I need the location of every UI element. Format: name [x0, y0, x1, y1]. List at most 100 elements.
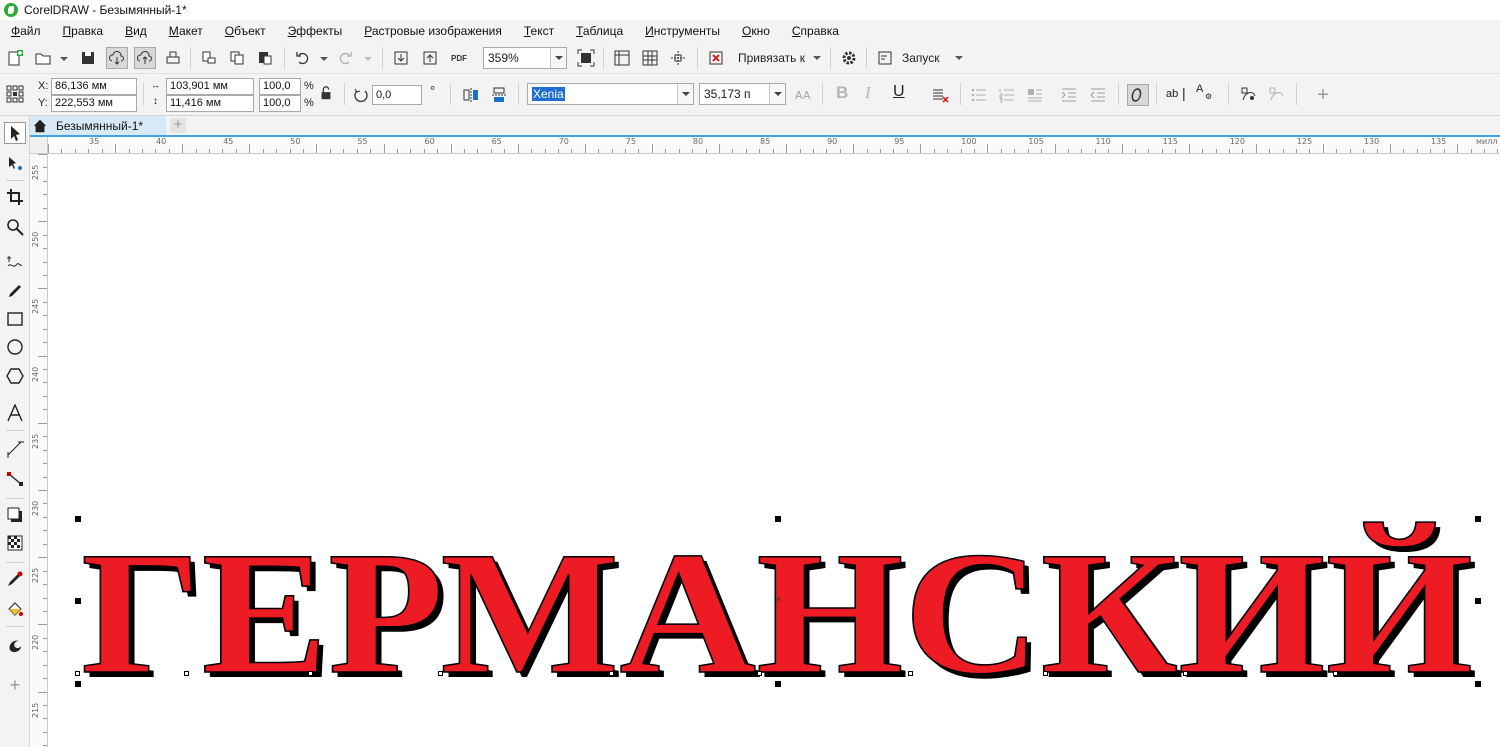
menu-item-11[interactable]: Справка — [781, 24, 850, 38]
menu-item-2[interactable]: Вид — [114, 24, 158, 38]
freehand-tool-icon[interactable] — [4, 252, 26, 274]
cloud-export-icon[interactable] — [134, 47, 156, 69]
drop-cap-icon[interactable] — [1024, 84, 1046, 106]
eyedropper-tool-icon[interactable] — [4, 568, 26, 590]
crop-tool-icon[interactable] — [4, 186, 26, 208]
shape-tool-icon[interactable] — [4, 152, 26, 174]
edit-text-button[interactable]: ab — [1166, 88, 1178, 100]
smart-fill-tool-icon[interactable] — [4, 634, 26, 656]
font-size-dropdown-arrow-icon[interactable] — [769, 84, 785, 104]
selection-handle-bottom-right[interactable] — [1475, 681, 1481, 687]
horizontal-ruler[interactable]: 35 40 45 50 55 60 65 70 75 80 85 90 95 100 105 110 115 12… — [48, 137, 1500, 154]
glyph-node[interactable] — [438, 671, 443, 676]
menu-item-4[interactable]: Объект — [214, 24, 277, 38]
menu-item-0[interactable]: Файл — [0, 24, 52, 38]
new-document-icon[interactable] — [4, 47, 26, 69]
font-scale-icon[interactable]: AA — [792, 84, 814, 106]
mirror-horizontal-icon[interactable] — [460, 84, 482, 106]
glyph-node[interactable] — [1043, 671, 1048, 676]
print-icon[interactable] — [162, 47, 184, 69]
export-icon[interactable] — [419, 47, 441, 69]
launch-app-icon[interactable] — [874, 47, 896, 69]
save-icon[interactable] — [77, 47, 99, 69]
new-tab-button[interactable]: + — [170, 117, 186, 133]
bullet-list-icon[interactable] — [968, 84, 990, 106]
glyph-node[interactable] — [1183, 671, 1188, 676]
glyph-node[interactable] — [908, 671, 913, 676]
zoom-tool-icon[interactable] — [4, 216, 26, 238]
open-folder-icon[interactable] — [32, 47, 54, 69]
scale-y-field[interactable]: 100,0 — [259, 95, 301, 112]
cut-icon[interactable] — [198, 47, 220, 69]
launch-dropdown-arrow-icon[interactable] — [955, 56, 963, 62]
drop-shadow-tool-icon[interactable] — [4, 504, 26, 526]
opentype-features-icon[interactable] — [1127, 84, 1149, 106]
height-field[interactable]: 11,416 мм — [166, 95, 254, 112]
glyph-node[interactable] — [757, 671, 762, 676]
menu-item-1[interactable]: Правка — [52, 24, 115, 38]
cloud-import-icon[interactable] — [106, 47, 128, 69]
glyph-node[interactable] — [75, 671, 80, 676]
glyph-node[interactable] — [308, 671, 313, 676]
options-gear-icon[interactable] — [838, 47, 860, 69]
show-grid-icon[interactable] — [639, 47, 661, 69]
document-tab[interactable]: Безымянный-1* — [30, 116, 166, 135]
menu-item-9[interactable]: Инструменты — [634, 24, 731, 38]
menu-item-8[interactable]: Таблица — [565, 24, 634, 38]
show-guidelines-icon[interactable] — [667, 47, 689, 69]
redo-icon[interactable] — [334, 47, 356, 69]
selection-handle-middle-right[interactable] — [1475, 598, 1481, 604]
interactive-fill-tool-icon[interactable] — [4, 598, 26, 620]
bold-button[interactable]: B — [836, 83, 848, 103]
scale-x-field[interactable]: 100,0 — [259, 78, 301, 95]
open-dropdown-arrow-icon[interactable] — [60, 57, 68, 63]
y-position-field[interactable]: 222,553 мм — [51, 95, 137, 112]
underline-button[interactable]: U — [893, 83, 905, 101]
pick-tool-icon[interactable] — [4, 122, 26, 144]
snap-off-icon[interactable] — [705, 47, 727, 69]
drawing-canvas[interactable]: ГЕРМАНСКИЙ ГЕРМАНСКИЙ × — [48, 154, 1500, 747]
zoom-level-combo[interactable]: 359% — [483, 47, 567, 69]
increase-indent-icon[interactable] — [1058, 84, 1080, 106]
transparency-tool-icon[interactable] — [4, 532, 26, 554]
selection-handle-top-left[interactable] — [75, 516, 81, 522]
polygon-tool-icon[interactable] — [4, 365, 26, 387]
vertical-ruler[interactable]: 255 250 245 240 235 230 225 220 215 — [30, 154, 48, 747]
parallel-dimension-tool-icon[interactable] — [4, 438, 26, 460]
ruler-origin-corner[interactable] — [30, 137, 48, 154]
glyph-node[interactable] — [609, 671, 614, 676]
width-field[interactable]: 103,901 мм — [166, 78, 254, 95]
copy-icon[interactable] — [226, 47, 248, 69]
numbered-list-icon[interactable] — [996, 84, 1018, 106]
selection-handle-bottom-center[interactable] — [775, 681, 781, 687]
connector-tool-icon[interactable] — [4, 468, 26, 490]
selection-handle-top-right[interactable] — [1475, 516, 1481, 522]
decrease-indent-icon[interactable] — [1087, 84, 1109, 106]
lock-ratio-icon[interactable] — [318, 85, 334, 101]
redo-dropdown-arrow-icon[interactable] — [364, 57, 372, 63]
home-icon[interactable] — [30, 116, 50, 135]
object-origin-grid-icon[interactable] — [4, 83, 26, 105]
font-size-combo[interactable]: 35,173 п — [699, 83, 786, 105]
x-position-field[interactable]: 86,136 мм — [51, 78, 137, 95]
menu-item-5[interactable]: Эффекты — [277, 24, 354, 38]
text-align-delete-icon[interactable] — [929, 84, 951, 106]
menu-item-6[interactable]: Растровые изображения — [353, 24, 513, 38]
artistic-text-object[interactable]: ГЕРМАНСКИЙ ГЕРМАНСКИЙ — [48, 154, 1500, 747]
font-name-combo[interactable]: Xenia — [527, 83, 694, 105]
menu-item-3[interactable]: Макет — [158, 24, 214, 38]
snap-to-dropdown-arrow-icon[interactable] — [813, 56, 821, 62]
rotation-angle-field[interactable]: 0,0 — [372, 85, 422, 105]
selection-handle-middle-left[interactable] — [75, 598, 81, 604]
launch-label[interactable]: Запуск — [902, 51, 940, 65]
object-center-marker-icon[interactable]: × — [776, 594, 781, 604]
menu-item-10[interactable]: Окно — [731, 24, 781, 38]
full-screen-icon[interactable] — [575, 47, 597, 69]
ellipse-tool-icon[interactable] — [4, 336, 26, 358]
convert-to-curves-icon[interactable] — [1238, 84, 1260, 106]
convert-outline-icon[interactable] — [1266, 84, 1288, 106]
text-tool-icon[interactable] — [4, 402, 26, 424]
undo-dropdown-arrow-icon[interactable] — [320, 57, 328, 63]
artistic-media-tool-icon[interactable] — [4, 280, 26, 302]
customize-toolbar-add-icon[interactable]: + — [1312, 84, 1334, 106]
